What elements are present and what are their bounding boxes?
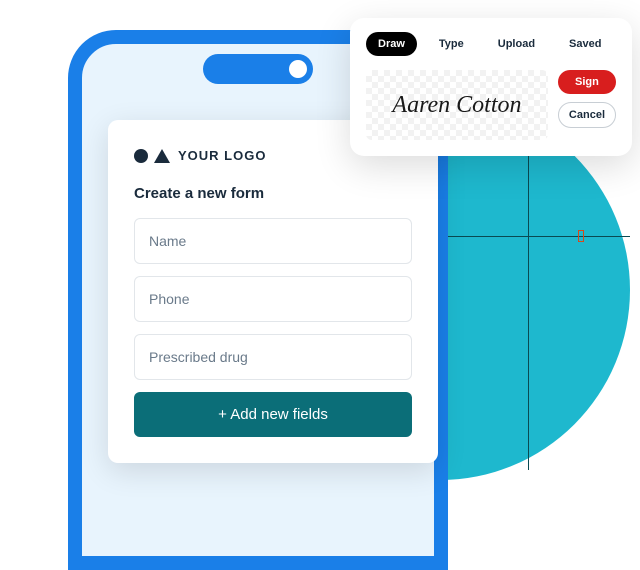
signature-canvas[interactable]: Aaren Cotton bbox=[366, 70, 548, 140]
tab-draw[interactable]: Draw bbox=[366, 32, 417, 56]
notch-camera-icon bbox=[289, 60, 307, 78]
crosshair-vertical bbox=[528, 120, 529, 470]
phone-field[interactable] bbox=[134, 276, 412, 322]
signature-tabs: Draw Type Upload Saved bbox=[366, 32, 616, 56]
signature-text: Aaren Cotton bbox=[392, 92, 521, 119]
form-builder-card: YOUR LOGO Create a new form + Add new fi… bbox=[108, 120, 438, 463]
add-new-fields-button[interactable]: + Add new fields bbox=[134, 392, 412, 437]
tab-saved[interactable]: Saved bbox=[557, 32, 613, 56]
phone-notch bbox=[203, 54, 313, 84]
form-title: Create a new form bbox=[134, 185, 412, 202]
tab-type[interactable]: Type bbox=[427, 32, 476, 56]
name-field[interactable] bbox=[134, 218, 412, 264]
tab-upload[interactable]: Upload bbox=[486, 32, 547, 56]
logo-text: YOUR LOGO bbox=[178, 148, 266, 163]
logo-circle-icon bbox=[134, 149, 148, 163]
prescribed-drug-field[interactable] bbox=[134, 334, 412, 380]
crosshair-horizontal bbox=[445, 236, 630, 237]
signature-popup: Draw Type Upload Saved Aaren Cotton Sign… bbox=[350, 18, 632, 156]
sign-button[interactable]: Sign bbox=[558, 70, 616, 94]
crosshair-marker bbox=[578, 230, 584, 242]
logo-triangle-icon bbox=[154, 149, 170, 163]
cancel-button[interactable]: Cancel bbox=[558, 102, 616, 128]
